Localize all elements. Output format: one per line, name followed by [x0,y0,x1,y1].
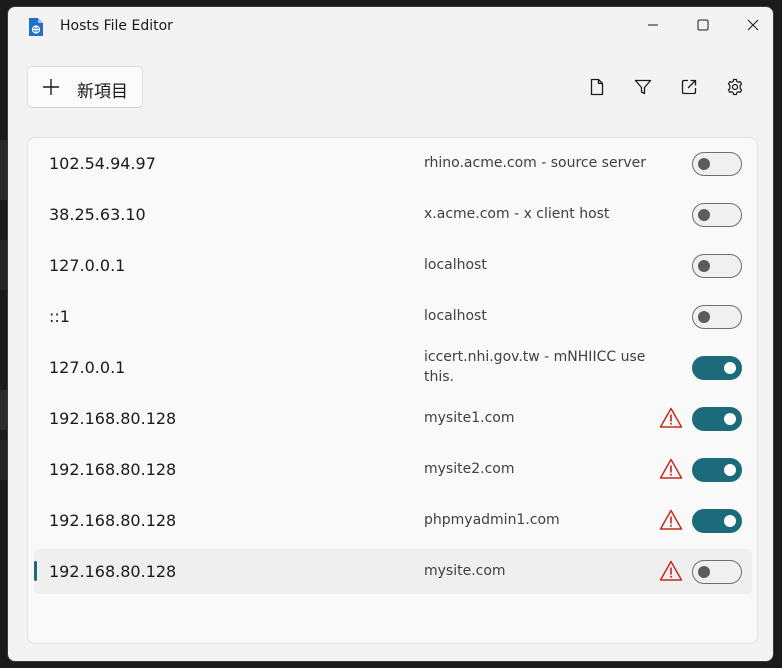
hosts-entry-row[interactable]: 192.168.80.128 mysite2.com [34,447,752,492]
warning-icon[interactable] [659,406,683,430]
entry-ip-address: 192.168.80.128 [49,460,177,479]
entry-hosts: mysite1.com [424,410,515,426]
entry-active-toggle[interactable] [692,203,742,227]
entry-hosts: rhino.acme.com - source server [424,155,647,171]
hosts-entry-row[interactable]: 38.25.63.10 x.acme.com - x client host [34,192,752,237]
new-entry-label: 新項目 [77,82,128,102]
toggle-knob [724,413,736,425]
filter-button[interactable] [627,71,659,103]
plus-icon [43,79,59,95]
entry-ip-address: 102.54.94.97 [49,154,156,173]
maximize-button[interactable] [680,7,726,43]
open-hosts-file-button[interactable] [581,71,613,103]
entry-hosts: iccert.nhi.gov.tw - mNHIICC use this. [424,349,646,385]
entry-ip-address: 127.0.0.1 [49,358,126,377]
open-external-button[interactable] [673,71,705,103]
hosts-file-icon [29,18,43,36]
toggle-knob [698,209,710,221]
title-bar[interactable]: Hosts File Editor [8,7,773,47]
entry-active-toggle[interactable] [692,458,742,482]
new-entry-button[interactable]: 新項目 [27,66,143,108]
toggle-knob [724,464,736,476]
toggle-knob [724,515,736,527]
entry-hosts: mysite2.com [424,461,515,477]
entry-hosts: localhost [424,257,487,273]
entry-ip-address: 192.168.80.128 [49,409,177,428]
window-title: Hosts File Editor [60,18,173,34]
gear-icon [727,78,743,96]
entry-ip-address: 38.25.63.10 [49,205,146,224]
hosts-entry-row[interactable]: 127.0.0.1 iccert.nhi.gov.tw - mNHIICC use… [34,345,752,390]
entry-ip-address: 127.0.0.1 [49,256,126,275]
maximize-icon [697,19,709,31]
hosts-file-editor-window: Hosts File Editor 新項目 102.54.94.97 rhino… [7,6,774,662]
entry-hosts: localhost [424,308,487,324]
entry-hosts: phpmyadmin1.com [424,512,560,528]
minimize-button[interactable] [630,7,676,43]
settings-button[interactable] [719,71,751,103]
warning-icon[interactable] [659,457,683,481]
entry-hosts: mysite.com [424,563,506,579]
toggle-knob [698,566,710,578]
entry-active-toggle[interactable] [692,509,742,533]
entry-active-toggle[interactable] [692,254,742,278]
hosts-entry-list: 102.54.94.97 rhino.acme.com - source serv… [27,137,758,644]
document-icon [590,78,604,96]
entry-active-toggle[interactable] [692,560,742,584]
entry-active-toggle[interactable] [692,152,742,176]
hosts-entry-row[interactable]: 192.168.80.128 mysite1.com [34,396,752,441]
selection-indicator [34,561,37,581]
hosts-entry-row[interactable]: ::1 localhost [34,294,752,339]
warning-icon[interactable] [659,508,683,532]
warning-icon[interactable] [659,559,683,583]
hosts-entry-row[interactable]: 192.168.80.128 mysite.com [34,549,752,594]
hosts-entry-row[interactable]: 127.0.0.1 localhost [34,243,752,288]
close-button[interactable] [730,7,773,43]
toggle-knob [698,311,710,323]
entry-ip-address: 192.168.80.128 [49,511,177,530]
close-icon [747,19,759,31]
hosts-entry-row[interactable]: 192.168.80.128 phpmyadmin1.com [34,498,752,543]
toggle-knob [698,260,710,272]
entry-active-toggle[interactable] [692,305,742,329]
entry-ip-address: 192.168.80.128 [49,562,177,581]
toggle-knob [698,158,710,170]
open-external-icon [681,79,697,95]
filter-icon [634,79,652,95]
entry-active-toggle[interactable] [692,407,742,431]
hosts-entry-row[interactable]: 102.54.94.97 rhino.acme.com - source serv… [34,141,752,186]
entry-hosts: x.acme.com - x client host [424,206,610,222]
minimize-icon [648,24,658,26]
entry-ip-address: ::1 [49,307,70,326]
toggle-knob [724,362,736,374]
entry-active-toggle[interactable] [692,356,742,380]
